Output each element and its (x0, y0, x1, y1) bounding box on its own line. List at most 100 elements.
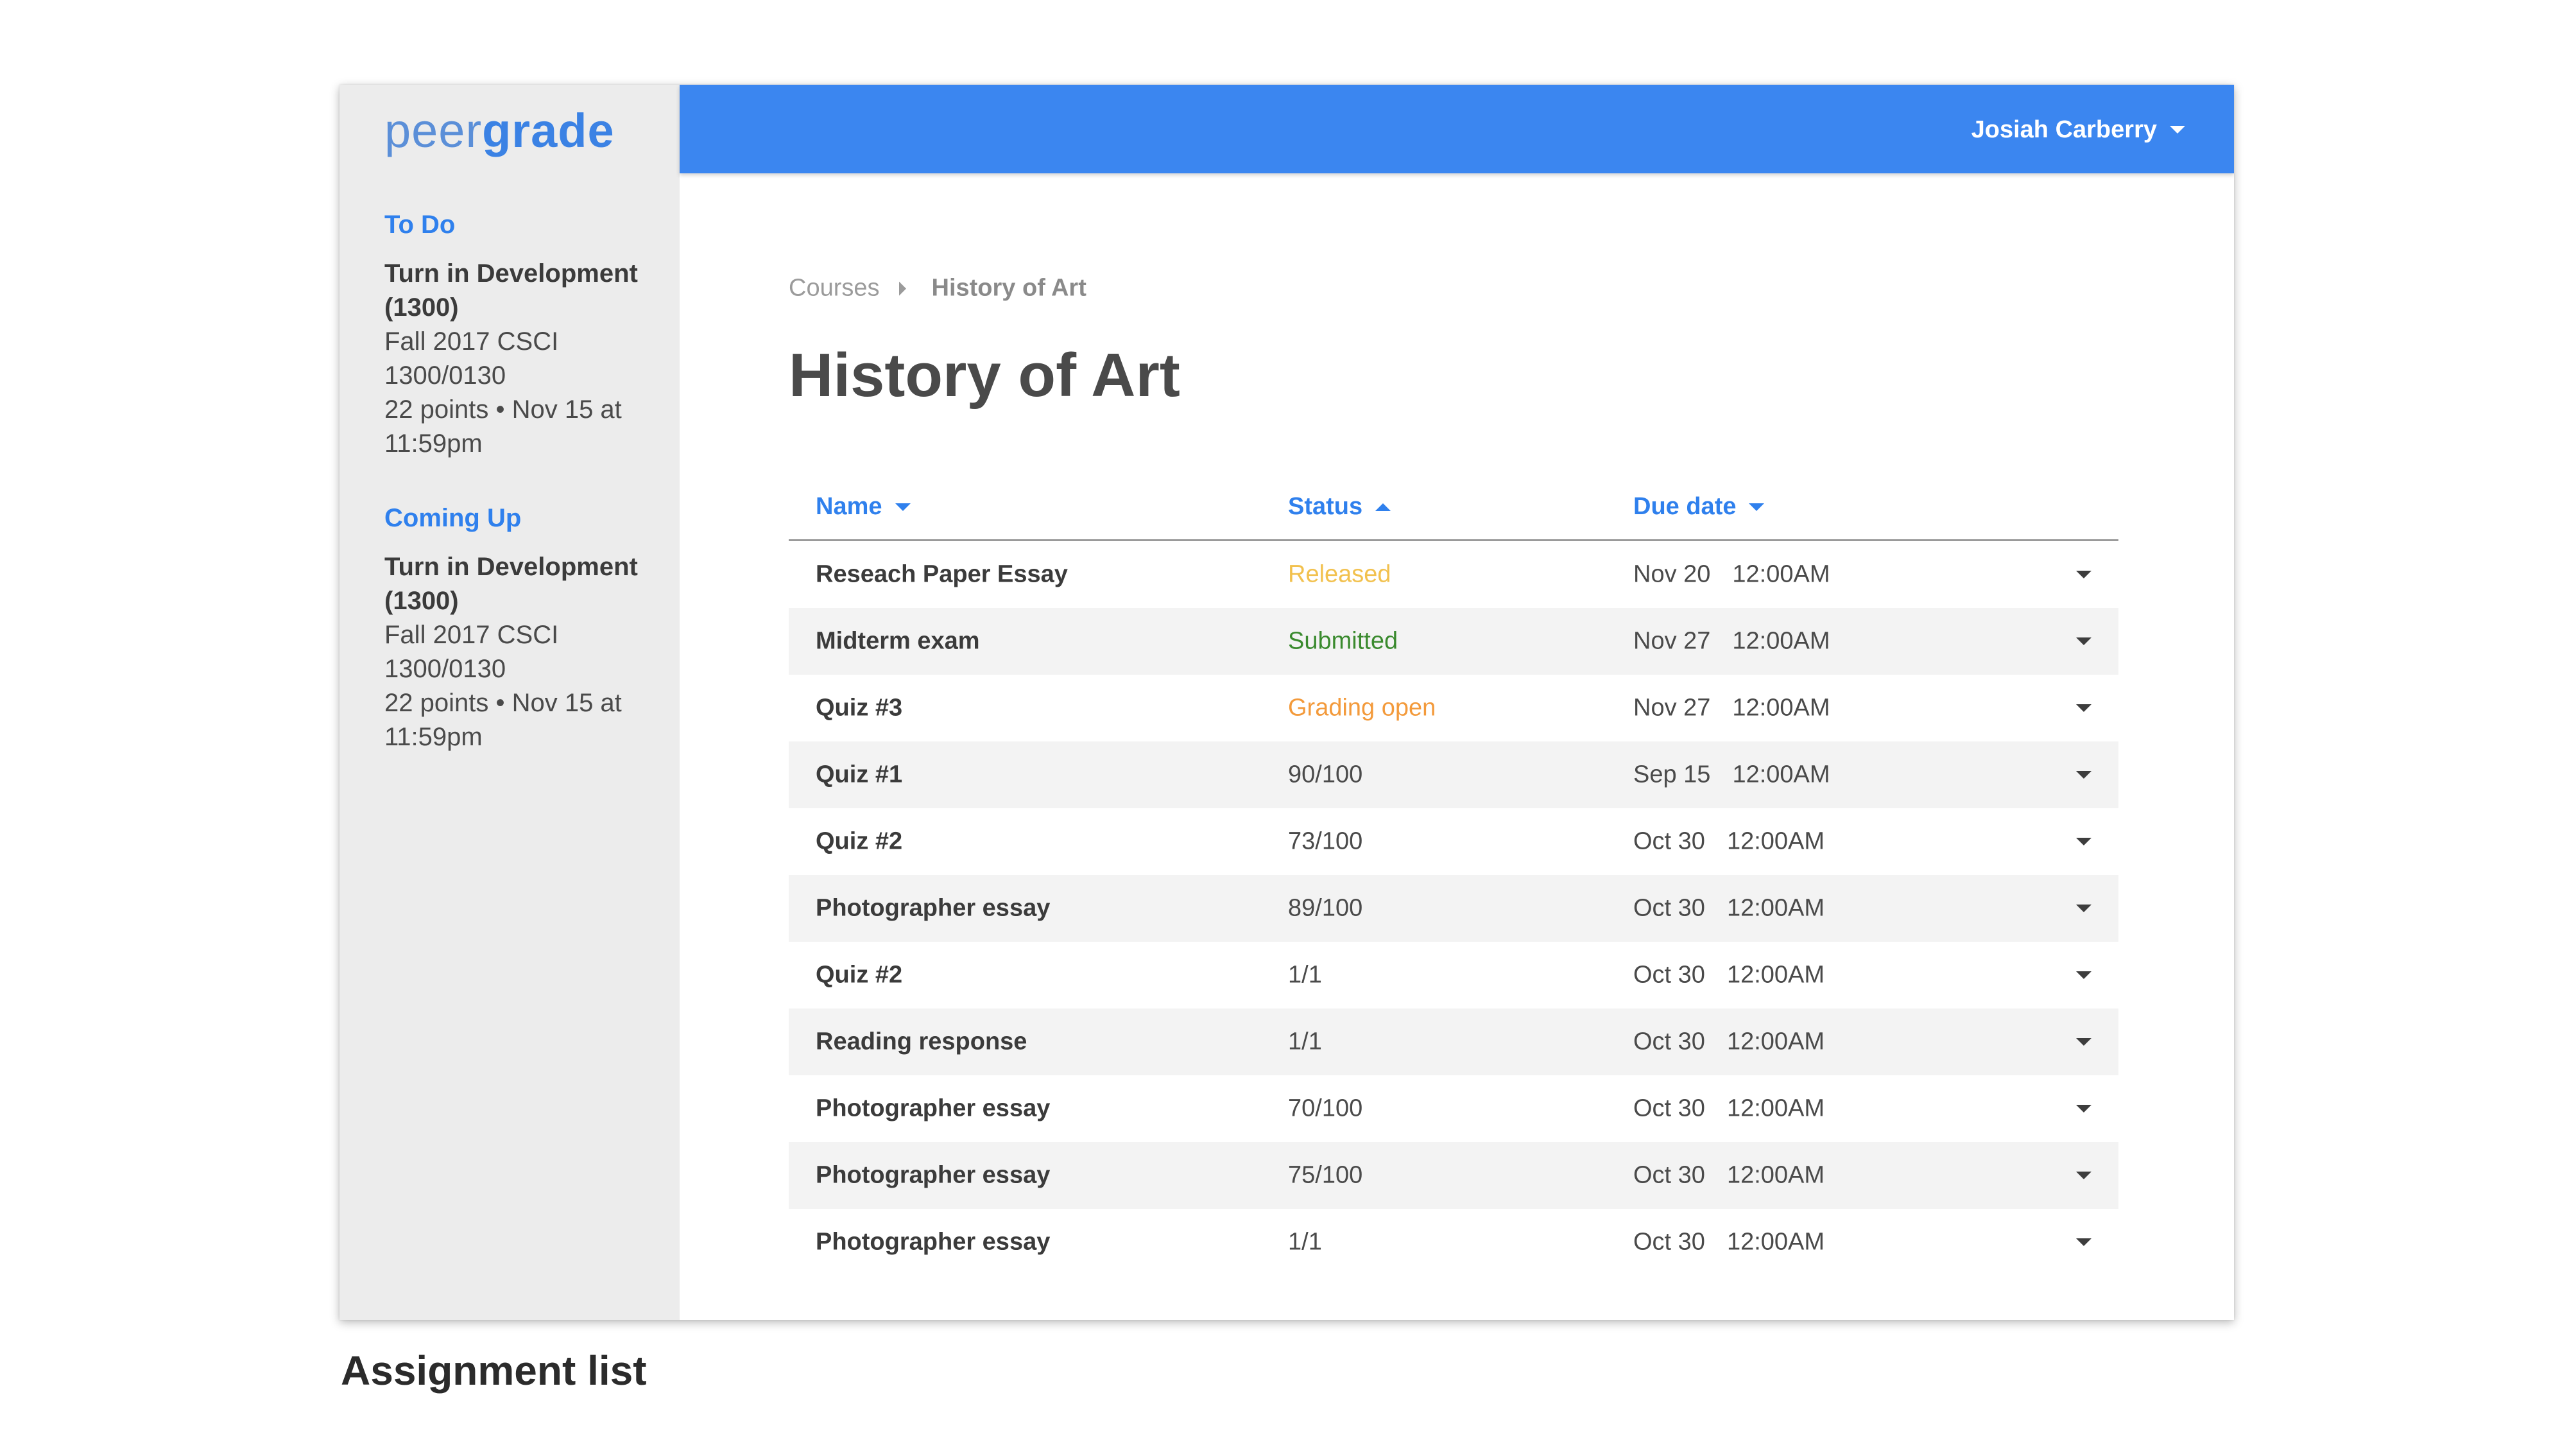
assignment-status: 1/1 (1288, 1028, 1322, 1055)
due-date: Nov 27 (1633, 627, 1711, 655)
coming-up-item-title-line1: Turn in Development (384, 553, 638, 581)
due-date: Oct 30 (1633, 1161, 1705, 1189)
due-date: Oct 30 (1633, 961, 1705, 989)
due-time: 12:00AM (1732, 560, 1830, 588)
row-expand-button[interactable] (2071, 1229, 2097, 1255)
table-row[interactable]: Reseach Paper Essay Released Nov 20 12:00AM (789, 541, 2118, 608)
assignment-status: Submitted (1288, 627, 1398, 655)
peergrade-logo[interactable]: peergrade (384, 100, 615, 162)
due-date: Oct 30 (1633, 1095, 1705, 1122)
assignment-due: Oct 30 12:00AM (1633, 1095, 1825, 1123)
table-row[interactable]: Midterm exam Submitted Nov 27 12:00AM (789, 608, 2118, 675)
assignment-status: Released (1288, 560, 1391, 588)
row-expand-button[interactable] (2071, 628, 2097, 654)
table-row[interactable]: Quiz #1 90/100 Sep 15 12:00AM (789, 741, 2118, 808)
table-row[interactable]: Reading response 1/1 Oct 30 12:00AM (789, 1009, 2118, 1075)
due-time: 12:00AM (1732, 627, 1830, 655)
caret-up-icon (1375, 503, 1391, 511)
assignment-name[interactable]: Quiz #2 (816, 828, 902, 856)
breadcrumb-current: History of Art (931, 274, 1086, 302)
assignment-name[interactable]: Quiz #1 (816, 761, 902, 789)
table-row[interactable]: Photographer essay 89/100 Oct 30 12:00AM (789, 875, 2118, 942)
caret-right-icon (898, 281, 906, 296)
table-row[interactable]: Quiz #2 73/100 Oct 30 12:00AM (789, 808, 2118, 875)
caret-down-icon (2076, 637, 2091, 645)
table-row[interactable]: Photographer essay 75/100 Oct 30 12:00AM (789, 1142, 2118, 1209)
assignment-name[interactable]: Photographer essay (816, 1095, 1050, 1123)
coming-up-item-title-line2: (1300) (384, 587, 459, 615)
todo-item-meta-line1: 22 points • Nov 15 at (384, 395, 622, 424)
table-row[interactable]: Quiz #3 Grading open Nov 27 12:00AM (789, 675, 2118, 741)
due-time: 12:00AM (1726, 1028, 1825, 1055)
main-content: Courses History of Art History of Art Na… (680, 173, 2234, 1320)
table-row[interactable]: Quiz #2 1/1 Oct 30 12:00AM (789, 942, 2118, 1009)
assignment-name[interactable]: Reading response (816, 1028, 1027, 1056)
assignments-table: Name Status Due date Reseach Paper Essay… (789, 475, 2118, 1276)
assignment-due: Oct 30 12:00AM (1633, 1028, 1825, 1056)
assignment-name[interactable]: Quiz #3 (816, 695, 902, 722)
todo-item-meta-line2: 11:59pm (384, 429, 483, 458)
row-expand-button[interactable] (2071, 695, 2097, 721)
assignment-status: 1/1 (1288, 1228, 1322, 1256)
row-expand-button[interactable] (2071, 762, 2097, 788)
due-date: Nov 20 (1633, 560, 1711, 588)
todo-section: To Do Turn in Development (1300) Fall 20… (384, 207, 654, 461)
name-column-label: Name (816, 493, 882, 520)
caret-down-icon (2076, 971, 2091, 979)
caret-down-icon (2076, 905, 2091, 912)
assignment-name[interactable]: Reseach Paper Essay (816, 561, 1068, 589)
assignment-due: Nov 27 12:00AM (1633, 695, 1830, 722)
coming-up-section: Coming Up Turn in Development (1300) Fal… (384, 500, 654, 754)
row-expand-button[interactable] (2071, 562, 2097, 587)
coming-up-item-course-line2: 1300/0130 (384, 655, 506, 683)
row-expand-button[interactable] (2071, 962, 2097, 988)
sort-by-status-button[interactable]: Status (1288, 493, 1391, 521)
coming-up-item-course-line1: Fall 2017 CSCI (384, 621, 559, 649)
caret-down-icon (2170, 126, 2185, 134)
logo-text-bold: grade (482, 104, 615, 157)
row-expand-button[interactable] (2071, 1163, 2097, 1188)
user-name: Josiah Carberry (1971, 116, 2157, 143)
due-date: Nov 27 (1633, 694, 1711, 722)
assignment-due: Oct 30 12:00AM (1633, 895, 1825, 922)
row-expand-button[interactable] (2071, 896, 2097, 921)
sort-by-name-button[interactable]: Name (816, 493, 911, 521)
row-expand-button[interactable] (2071, 1029, 2097, 1055)
assignment-name[interactable]: Photographer essay (816, 895, 1050, 922)
due-time: 12:00AM (1726, 1161, 1825, 1189)
top-bar: Josiah Carberry (680, 85, 2234, 173)
due-time: 12:00AM (1726, 827, 1825, 855)
coming-up-item-meta-line1: 22 points • Nov 15 at (384, 689, 622, 717)
todo-item[interactable]: Turn in Development (1300) Fall 2017 CSC… (384, 257, 654, 461)
coming-up-item[interactable]: Turn in Development (1300) Fall 2017 CSC… (384, 550, 654, 754)
app-window: peergrade To Do Turn in Development (130… (339, 85, 2234, 1320)
caret-down-icon (2076, 571, 2091, 578)
page-title: History of Art (789, 341, 1180, 410)
due-date: Oct 30 (1633, 1228, 1705, 1256)
breadcrumb: Courses History of Art (789, 275, 1086, 302)
todo-item-title-line2: (1300) (384, 293, 459, 322)
due-date: Sep 15 (1633, 761, 1711, 788)
assignment-name[interactable]: Midterm exam (816, 628, 980, 655)
coming-up-heading: Coming Up (384, 504, 522, 532)
assignment-name[interactable]: Photographer essay (816, 1229, 1050, 1256)
row-expand-button[interactable] (2071, 1096, 2097, 1122)
assignment-status: 90/100 (1288, 761, 1363, 788)
breadcrumb-courses-link[interactable]: Courses (789, 275, 880, 302)
sort-by-due-date-button[interactable]: Due date (1633, 493, 1765, 521)
caret-down-icon (2076, 1105, 2091, 1113)
assignment-status: 89/100 (1288, 894, 1363, 922)
user-menu-button[interactable]: Josiah Carberry (1971, 110, 2185, 149)
due-time: 12:00AM (1732, 694, 1830, 722)
table-row[interactable]: Photographer essay 70/100 Oct 30 12:00AM (789, 1075, 2118, 1142)
assignment-name[interactable]: Quiz #2 (816, 962, 902, 989)
row-expand-button[interactable] (2071, 829, 2097, 854)
due-time: 12:00AM (1726, 1228, 1825, 1256)
assignment-due: Oct 30 12:00AM (1633, 1229, 1825, 1256)
table-row[interactable]: Photographer essay 1/1 Oct 30 12:00AM (789, 1209, 2118, 1276)
assignment-name[interactable]: Photographer essay (816, 1162, 1050, 1190)
sidebar: peergrade To Do Turn in Development (130… (339, 85, 680, 1320)
assignment-status: 73/100 (1288, 827, 1363, 855)
assignment-due: Oct 30 12:00AM (1633, 828, 1825, 856)
caret-down-icon (895, 503, 911, 511)
